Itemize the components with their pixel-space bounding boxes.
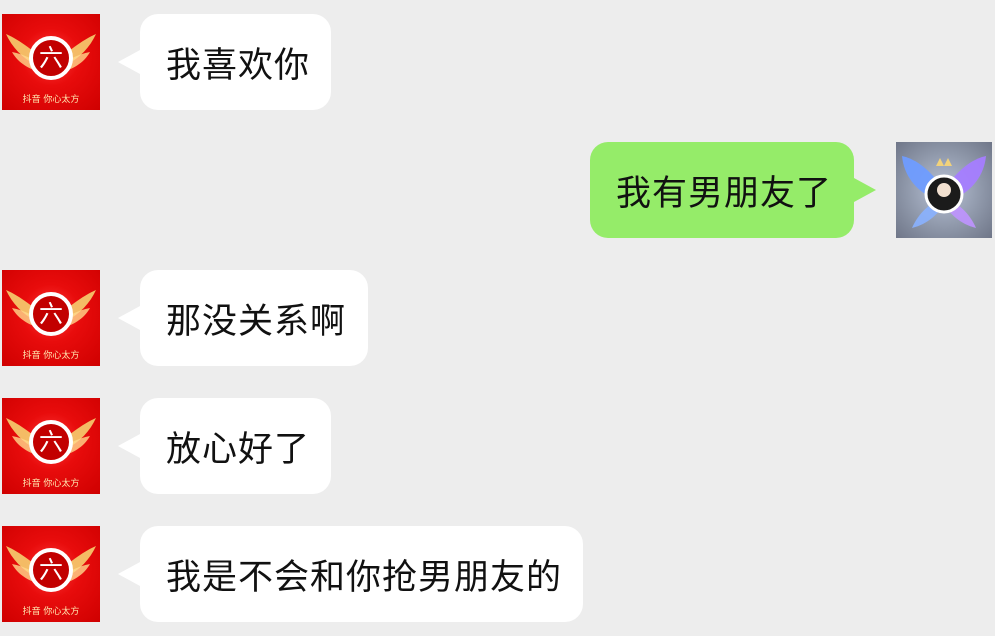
message-text: 我有男朋友了 <box>616 173 833 214</box>
message-bubble[interactable]: 我是不会和你抢男朋友的 <box>118 526 583 622</box>
contact-avatar[interactable]: 六 抖音 你心太方 <box>2 14 100 110</box>
message-text: 那没关系啊 <box>166 301 347 342</box>
svg-text:六: 六 <box>39 300 63 328</box>
svg-text:六: 六 <box>39 44 63 72</box>
contact-avatar[interactable]: 六 抖音 你心太方 <box>2 398 100 494</box>
message-text: 放心好了 <box>166 429 311 470</box>
message-text: 我喜欢你 <box>166 45 311 86</box>
svg-text:六: 六 <box>39 428 63 456</box>
message-bubble[interactable]: 我喜欢你 <box>118 14 331 110</box>
message-bubble[interactable]: 放心好了 <box>118 398 331 494</box>
svg-text:抖音 你心太方: 抖音 你心太方 <box>23 605 80 617</box>
message-bubble[interactable]: 那没关系啊 <box>118 270 368 366</box>
svg-text:抖音 你心太方: 抖音 你心太方 <box>23 93 80 105</box>
message-text: 我是不会和你抢男朋友的 <box>166 557 563 598</box>
contact-avatar[interactable]: 六 抖音 你心太方 <box>2 270 100 366</box>
svg-text:六: 六 <box>39 556 63 584</box>
contact-avatar[interactable]: 六 抖音 你心太方 <box>2 526 100 622</box>
svg-text:抖音 你心太方: 抖音 你心太方 <box>23 477 80 489</box>
self-avatar[interactable] <box>896 142 992 238</box>
svg-text:抖音 你心太方: 抖音 你心太方 <box>23 349 80 361</box>
message-bubble[interactable]: 我有男朋友了 <box>590 142 876 238</box>
